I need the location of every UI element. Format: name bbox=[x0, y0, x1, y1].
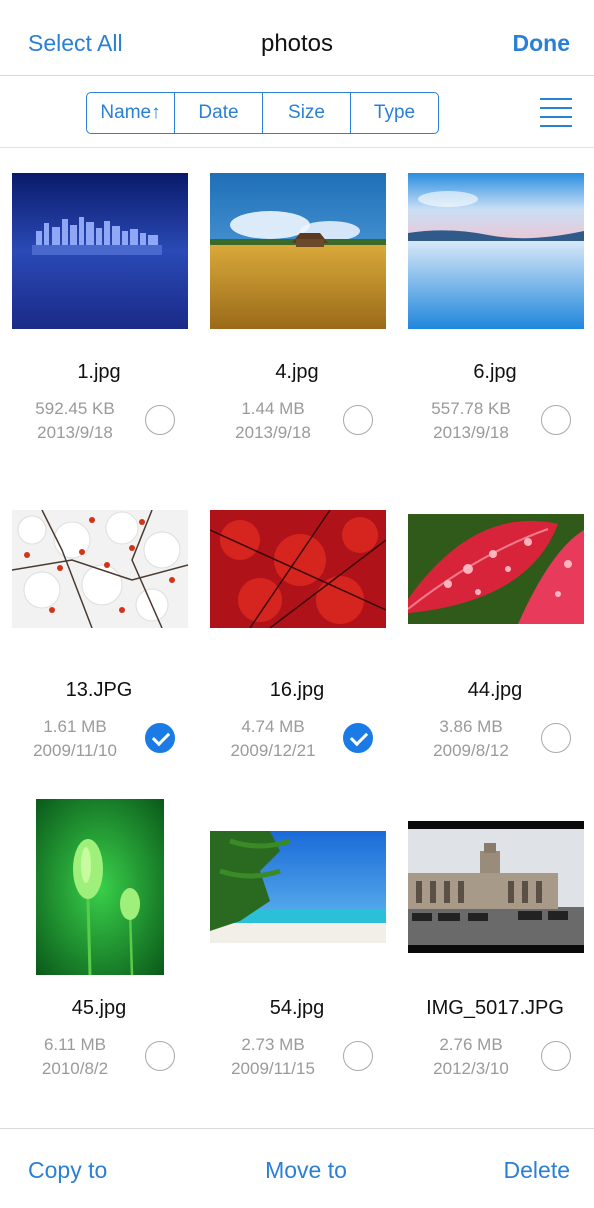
file-name: 45.jpg bbox=[71, 997, 127, 1019]
file-date: 2013/9/18 bbox=[235, 423, 311, 442]
file-date: 2009/8/12 bbox=[433, 741, 509, 760]
photo-thumbnail-wrap bbox=[210, 163, 386, 339]
file-meta: 1.44 MB 2013/9/18 bbox=[198, 397, 348, 445]
photo-thumbnail-wrap bbox=[12, 163, 188, 339]
file-date: 2013/9/18 bbox=[433, 423, 509, 442]
delete-button[interactable]: Delete bbox=[504, 1157, 570, 1184]
file-name: 13.JPG bbox=[65, 679, 133, 701]
photo-thumbnail-building bbox=[408, 821, 584, 953]
photo-item[interactable]: 13.JPG 1.61 MB 2009/11/10 bbox=[0, 467, 198, 785]
photo-item[interactable]: 16.jpg 4.74 MB 2009/12/21 bbox=[198, 467, 396, 785]
file-size: 557.78 KB bbox=[431, 399, 511, 418]
select-checkbox[interactable] bbox=[541, 1041, 571, 1071]
navigation-bar: Select All photos Done bbox=[0, 0, 594, 76]
file-size: 592.45 KB bbox=[35, 399, 115, 418]
bottom-toolbar: Copy to Move to Delete bbox=[0, 1128, 594, 1208]
file-size: 2.76 MB bbox=[439, 1035, 503, 1054]
photo-thumbnail-wheat-field bbox=[210, 173, 386, 329]
file-meta: 592.45 KB 2013/9/18 bbox=[0, 397, 150, 445]
photo-thumbnail-wrap bbox=[210, 481, 386, 657]
file-size: 1.44 MB bbox=[241, 399, 305, 418]
file-name: 4.jpg bbox=[275, 361, 319, 383]
file-date: 2009/11/15 bbox=[231, 1059, 315, 1078]
photo-item[interactable]: 54.jpg 2.73 MB 2009/11/15 bbox=[198, 785, 396, 1103]
select-checkbox[interactable] bbox=[145, 1041, 175, 1071]
photo-item[interactable]: 4.jpg 1.44 MB 2013/9/18 bbox=[198, 149, 396, 467]
list-icon[interactable] bbox=[540, 98, 572, 127]
photo-thumbnail-wrap bbox=[12, 799, 188, 975]
file-date: 2012/3/10 bbox=[433, 1059, 509, 1078]
photo-item[interactable]: 44.jpg 3.86 MB 2009/8/12 bbox=[396, 467, 594, 785]
file-name: IMG_5017.JPG bbox=[426, 997, 564, 1019]
photo-thumbnail-wrap bbox=[210, 799, 386, 975]
select-checkbox[interactable] bbox=[343, 1041, 373, 1071]
file-meta: 3.86 MB 2009/8/12 bbox=[396, 715, 546, 763]
select-checkbox[interactable] bbox=[145, 405, 175, 435]
photo-thumbnail-city-skyline bbox=[12, 173, 188, 329]
sort-by-name-tab[interactable]: Name↑ bbox=[87, 93, 175, 133]
file-name: 1.jpg bbox=[77, 361, 121, 383]
photo-thumbnail-wrap bbox=[408, 481, 584, 657]
file-meta: 1.61 MB 2009/11/10 bbox=[0, 715, 150, 763]
file-name: 54.jpg bbox=[269, 997, 325, 1019]
file-meta: 4.74 MB 2009/12/21 bbox=[198, 715, 348, 763]
file-name: 6.jpg bbox=[473, 361, 517, 383]
photo-thumbnail-wrap bbox=[408, 799, 584, 975]
photo-thumbnail-lake bbox=[408, 173, 584, 329]
file-date: 2009/12/21 bbox=[230, 741, 316, 760]
photo-item[interactable]: 45.jpg 6.11 MB 2010/8/2 bbox=[0, 785, 198, 1103]
file-size: 4.74 MB bbox=[241, 717, 305, 736]
file-date: 2013/9/18 bbox=[37, 423, 113, 442]
done-button[interactable]: Done bbox=[513, 30, 571, 57]
file-name: 44.jpg bbox=[467, 679, 523, 701]
photo-item[interactable]: 6.jpg 557.78 KB 2013/9/18 bbox=[396, 149, 594, 467]
select-checkbox-checked[interactable] bbox=[343, 723, 373, 753]
file-name: 16.jpg bbox=[269, 679, 325, 701]
file-size: 2.73 MB bbox=[241, 1035, 305, 1054]
select-checkbox[interactable] bbox=[541, 405, 571, 435]
file-date: 2009/11/10 bbox=[33, 741, 117, 760]
file-meta: 6.11 MB 2010/8/2 bbox=[0, 1033, 150, 1081]
photo-thumbnail-leaf-droplets bbox=[408, 514, 584, 624]
file-meta: 2.73 MB 2009/11/15 bbox=[198, 1033, 348, 1081]
file-date: 2010/8/2 bbox=[41, 1059, 109, 1078]
sort-segmented-control: Name↑ Date Size Type bbox=[86, 92, 439, 134]
photo-thumbnail-wrap bbox=[408, 163, 584, 339]
photo-thumbnail-beach-palm bbox=[210, 831, 386, 943]
sort-by-type-tab[interactable]: Type bbox=[351, 93, 438, 133]
file-size: 6.11 MB bbox=[43, 1035, 107, 1054]
photo-thumbnail-wrap bbox=[12, 481, 188, 657]
photo-thumbnail-red-leaves bbox=[210, 510, 386, 628]
photo-thumbnail-green-buds bbox=[36, 799, 164, 975]
select-checkbox[interactable] bbox=[541, 723, 571, 753]
photo-item[interactable]: IMG_5017.JPG 2.76 MB 2012/3/10 bbox=[396, 785, 594, 1103]
file-size: 3.86 MB bbox=[439, 717, 503, 736]
page-title: photos bbox=[260, 30, 334, 57]
file-meta: 557.78 KB 2013/9/18 bbox=[396, 397, 546, 445]
sort-bar: Name↑ Date Size Type bbox=[0, 76, 594, 148]
select-checkbox-checked[interactable] bbox=[145, 723, 175, 753]
photo-item[interactable]: 1.jpg 592.45 KB 2013/9/18 bbox=[0, 149, 198, 467]
sort-by-date-tab[interactable]: Date bbox=[175, 93, 263, 133]
file-meta: 2.76 MB 2012/3/10 bbox=[396, 1033, 546, 1081]
file-size: 1.61 MB bbox=[43, 717, 107, 736]
sort-by-size-tab[interactable]: Size bbox=[263, 93, 351, 133]
select-checkbox[interactable] bbox=[343, 405, 373, 435]
photo-thumbnail-snow-berries bbox=[12, 510, 188, 628]
